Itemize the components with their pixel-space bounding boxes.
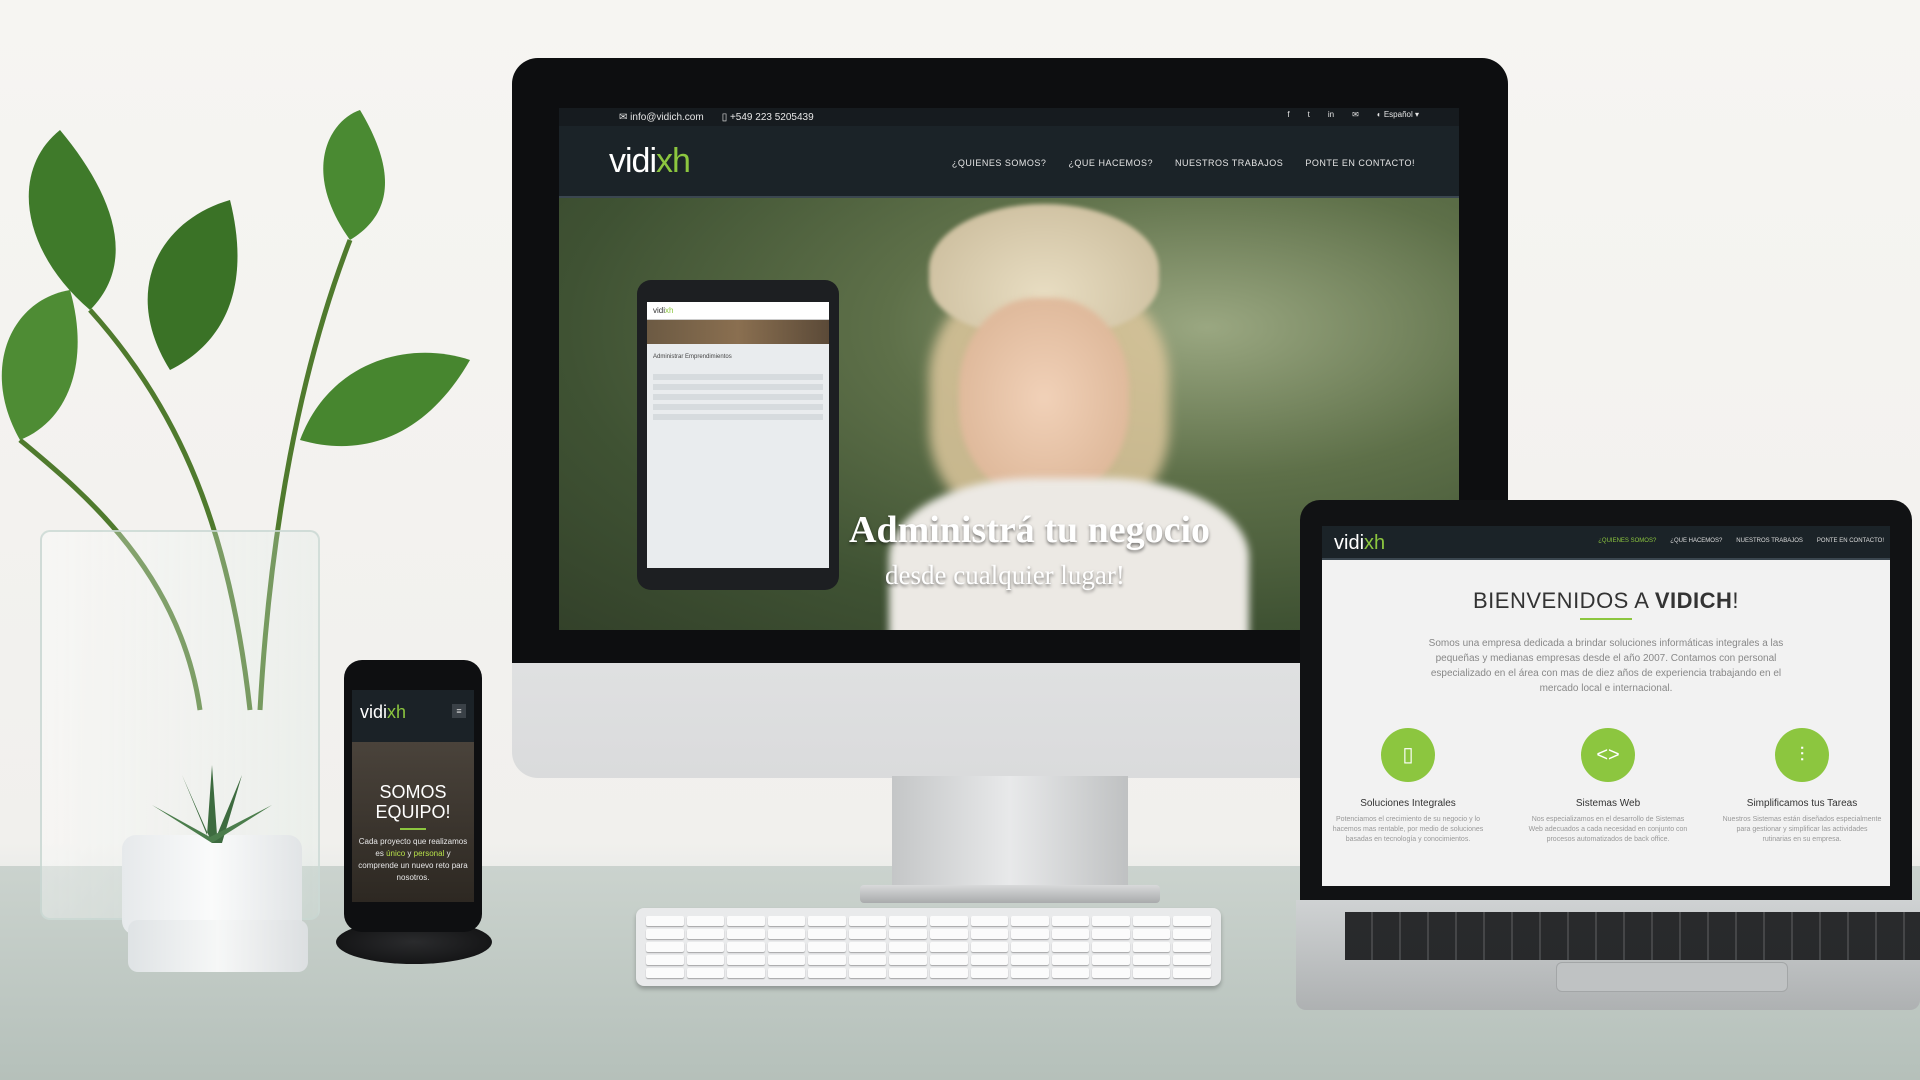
hero-subtitle: desde cualquier lugar!	[885, 560, 1125, 590]
code-icon: <>	[1581, 728, 1635, 782]
main-nav: ¿QUIENES SOMOS? ¿QUE HACEMOS? NUESTROS T…	[952, 158, 1415, 168]
feature-title: Simplificamos tus Tareas	[1746, 798, 1858, 809]
hero-title: Administrá tu negocio	[849, 509, 1210, 551]
language-select[interactable]: ◐ Español ▾	[1377, 110, 1419, 119]
linkedin-icon[interactable]: in	[1328, 110, 1334, 119]
heading-underline	[400, 828, 426, 830]
feature-soluciones: ▯ Soluciones Integrales Potenciamos el c…	[1328, 728, 1488, 845]
table-row	[653, 394, 823, 400]
imac-stand	[892, 776, 1128, 894]
nav-item-quienes[interactable]: ¿QUIENES SOMOS?	[952, 158, 1047, 168]
feature-title: Sistemas Web	[1575, 798, 1641, 809]
laptop-site-logo[interactable]: vidixh	[1334, 532, 1385, 555]
twitter-icon[interactable]: t	[1308, 110, 1310, 119]
nav-item-quienes[interactable]: ¿QUIENES SOMOS?	[1598, 538, 1656, 544]
site-navbar: vidixh ¿QUIENES SOMOS? ¿QUE HACEMOS? NUE…	[559, 126, 1459, 198]
tablet-logo: vidixh	[647, 302, 829, 320]
social-links: f t in ✉ ◐ Español ▾	[1287, 110, 1419, 119]
tablet-screen: vidixh Administrar Emprendimientos	[647, 302, 829, 568]
hero-photo-face	[959, 298, 1129, 498]
pot-saucer	[128, 920, 308, 972]
nav-item-que-hacemos[interactable]: ¿QUE HACEMOS?	[1670, 538, 1722, 544]
hero-photo-shirt	[889, 478, 1249, 630]
laptop-trackpad	[1556, 962, 1788, 992]
phone-paragraph: Cada proyecto que realizamos es único y …	[358, 837, 468, 882]
nav-item-contacto[interactable]: PONTE EN CONTACTO!	[1305, 158, 1415, 168]
nav-item-contacto[interactable]: PONTE EN CONTACTO!	[1817, 538, 1884, 544]
nav-item-que-hacemos[interactable]: ¿QUE HACEMOS?	[1068, 158, 1153, 168]
phone-heading: SOMOS EQUIPO!	[375, 782, 451, 822]
feature-sistemas-web: <> Sistemas Web Nos especializamos en el…	[1528, 728, 1688, 845]
tablet-banner	[647, 320, 829, 344]
nav-item-trabajos[interactable]: NUESTROS TRABAJOS	[1175, 158, 1283, 168]
laptop-nav: ¿QUIENES SOMOS? ¿QUE HACEMOS? NUESTROS T…	[1598, 538, 1884, 544]
phone-site-logo[interactable]: vidixh	[360, 702, 406, 723]
welcome-intro: Somos una empresa dedicada a brindar sol…	[1428, 638, 1784, 694]
site-topbar: ✉ info@vidich.com ▯ +549 223 5205439 f t…	[559, 108, 1459, 126]
tablet-title: Administrar Emprendimientos	[653, 354, 732, 360]
site-logo[interactable]: vidixh	[609, 142, 691, 181]
feature-simplificamos: ⫶ Simplificamos tus Tareas Nuestros Sist…	[1722, 728, 1882, 845]
sliders-icon: ⫶	[1775, 728, 1829, 782]
facebook-icon[interactable]: f	[1287, 110, 1289, 119]
laptop-device: vidixh ¿QUIENES SOMOS? ¿QUE HACEMOS? NUE…	[1300, 500, 1912, 900]
welcome-title: BIENVENIDOS A VIDICH!	[1472, 588, 1740, 613]
table-row	[653, 374, 823, 380]
mail-icon[interactable]: ✉	[1352, 110, 1359, 119]
hero-tablet: vidixh Administrar Emprendimientos	[637, 280, 839, 590]
keyboard	[636, 908, 1221, 986]
phone-link[interactable]: ▯ +549 223 5205439	[722, 112, 814, 123]
table-row	[653, 414, 823, 420]
table-row	[653, 384, 823, 390]
email-link[interactable]: ✉ info@vidich.com	[619, 112, 704, 123]
feature-description: Nos especializamos en el desarrollo de S…	[1528, 816, 1688, 843]
succulent-icon	[152, 765, 272, 843]
laptop-screen: vidixh ¿QUIENES SOMOS? ¿QUE HACEMOS? NUE…	[1322, 526, 1890, 886]
feature-description: Nuestros Sistemas están diseñados especi…	[1722, 816, 1882, 843]
title-underline	[1580, 618, 1632, 620]
nav-item-trabajos[interactable]: NUESTROS TRABAJOS	[1736, 538, 1803, 544]
feature-description: Potenciamos el crecimiento de su negocio…	[1332, 816, 1484, 843]
laptop-keyboard	[1345, 912, 1920, 960]
feature-title: Soluciones Integrales	[1360, 798, 1456, 809]
table-row	[653, 404, 823, 410]
tablet-icon: ▯	[1381, 728, 1435, 782]
imac-foot	[860, 885, 1160, 903]
laptop-navbar: vidixh ¿QUIENES SOMOS? ¿QUE HACEMOS? NUE…	[1322, 526, 1890, 560]
phone-device: vidixh ≡ SOMOS EQUIPO! Cada proyecto que…	[344, 660, 482, 932]
hamburger-menu-icon[interactable]: ≡	[452, 704, 466, 718]
phone-screen: vidixh ≡ SOMOS EQUIPO! Cada proyecto que…	[352, 690, 474, 902]
